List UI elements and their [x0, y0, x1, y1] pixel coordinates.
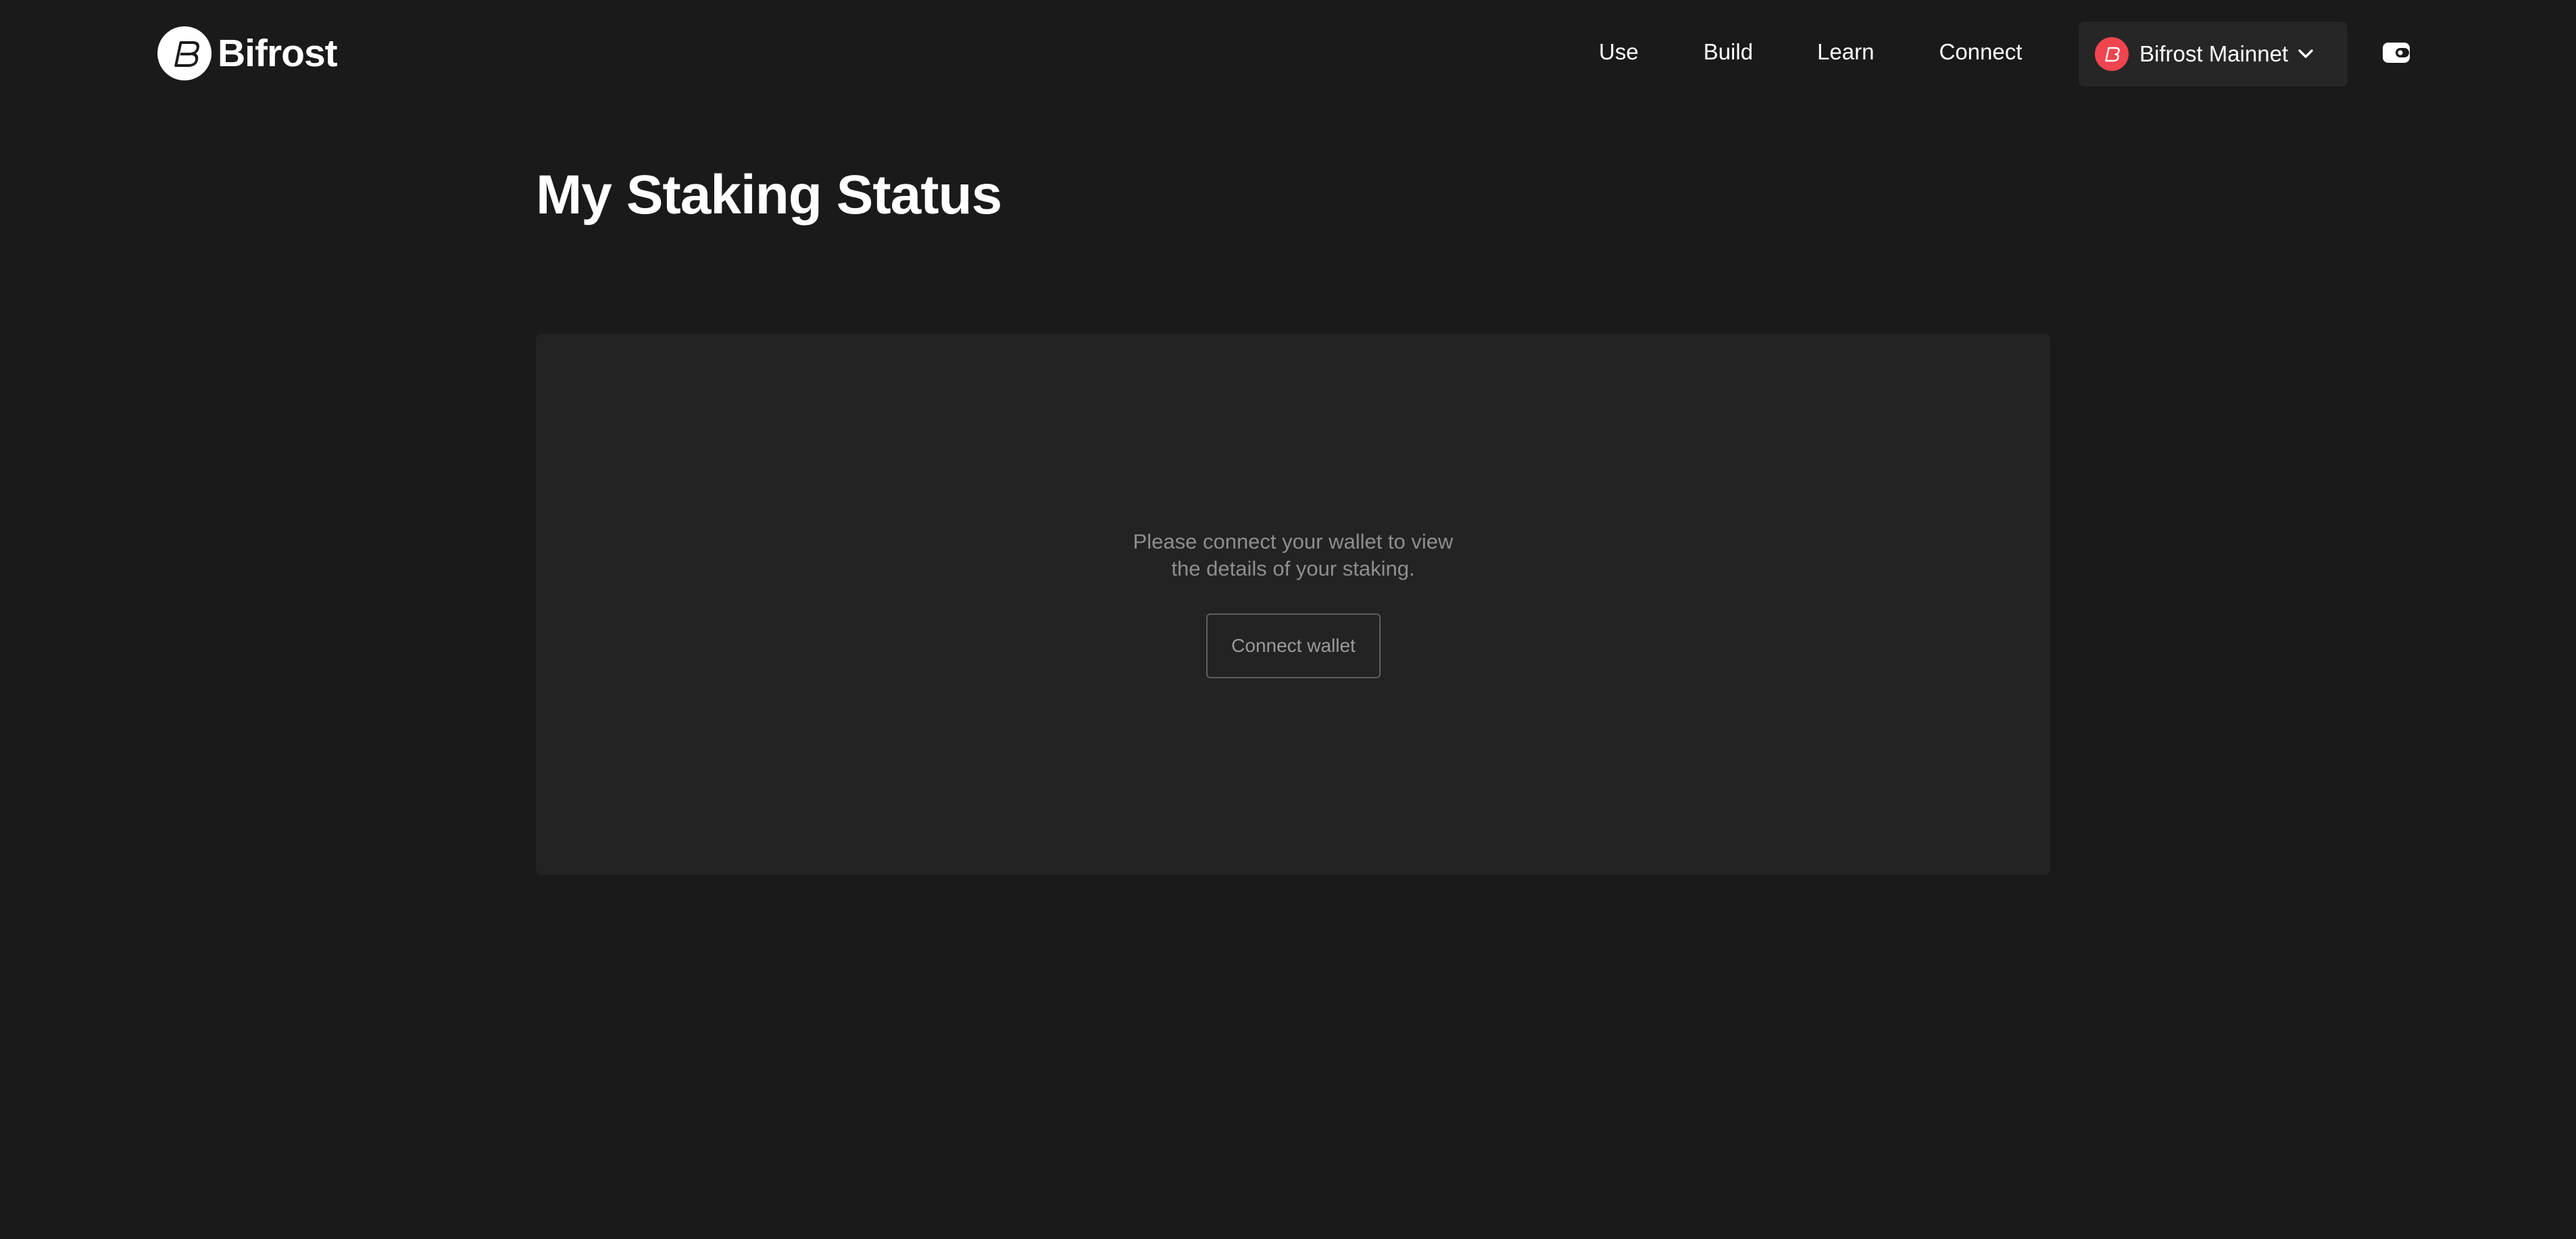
wallet-button[interactable] [2381, 42, 2411, 66]
connect-wallet-button[interactable]: Connect wallet [1206, 613, 1381, 678]
nav-item-build[interactable]: Build [1704, 27, 1753, 77]
connect-wallet-message: Please connect your wallet to view the d… [1104, 528, 1483, 582]
bifrost-home-link[interactable]: Bifrost [157, 26, 338, 81]
staking-status-page: Bifrost Use Build Learn Connect Bifrost … [0, 0, 2576, 1239]
bifrost-logo-icon [157, 26, 212, 80]
network-selected-label: Bifrost Mainnet [2139, 41, 2289, 66]
network-selector[interactable]: Bifrost Mainnet [2079, 22, 2348, 86]
nav-item-connect[interactable]: Connect [1939, 27, 2022, 77]
wallet-icon [2382, 42, 2410, 67]
message-line-1: Please connect your wallet to view [1133, 530, 1454, 553]
message-line-2: the details of your staking. [1171, 557, 1415, 580]
chevron-down-icon [2296, 45, 2315, 64]
brand-name: Bifrost [218, 31, 338, 75]
main-nav: Use Build Learn Connect [1554, 27, 2022, 77]
nav-item-learn[interactable]: Learn [1817, 27, 1874, 77]
page-title: My Staking Status [536, 164, 1002, 226]
nav-item-use[interactable]: Use [1599, 27, 1639, 77]
staking-status-card: Please connect your wallet to view the d… [536, 334, 2050, 875]
bifrost-network-icon [2095, 37, 2129, 71]
